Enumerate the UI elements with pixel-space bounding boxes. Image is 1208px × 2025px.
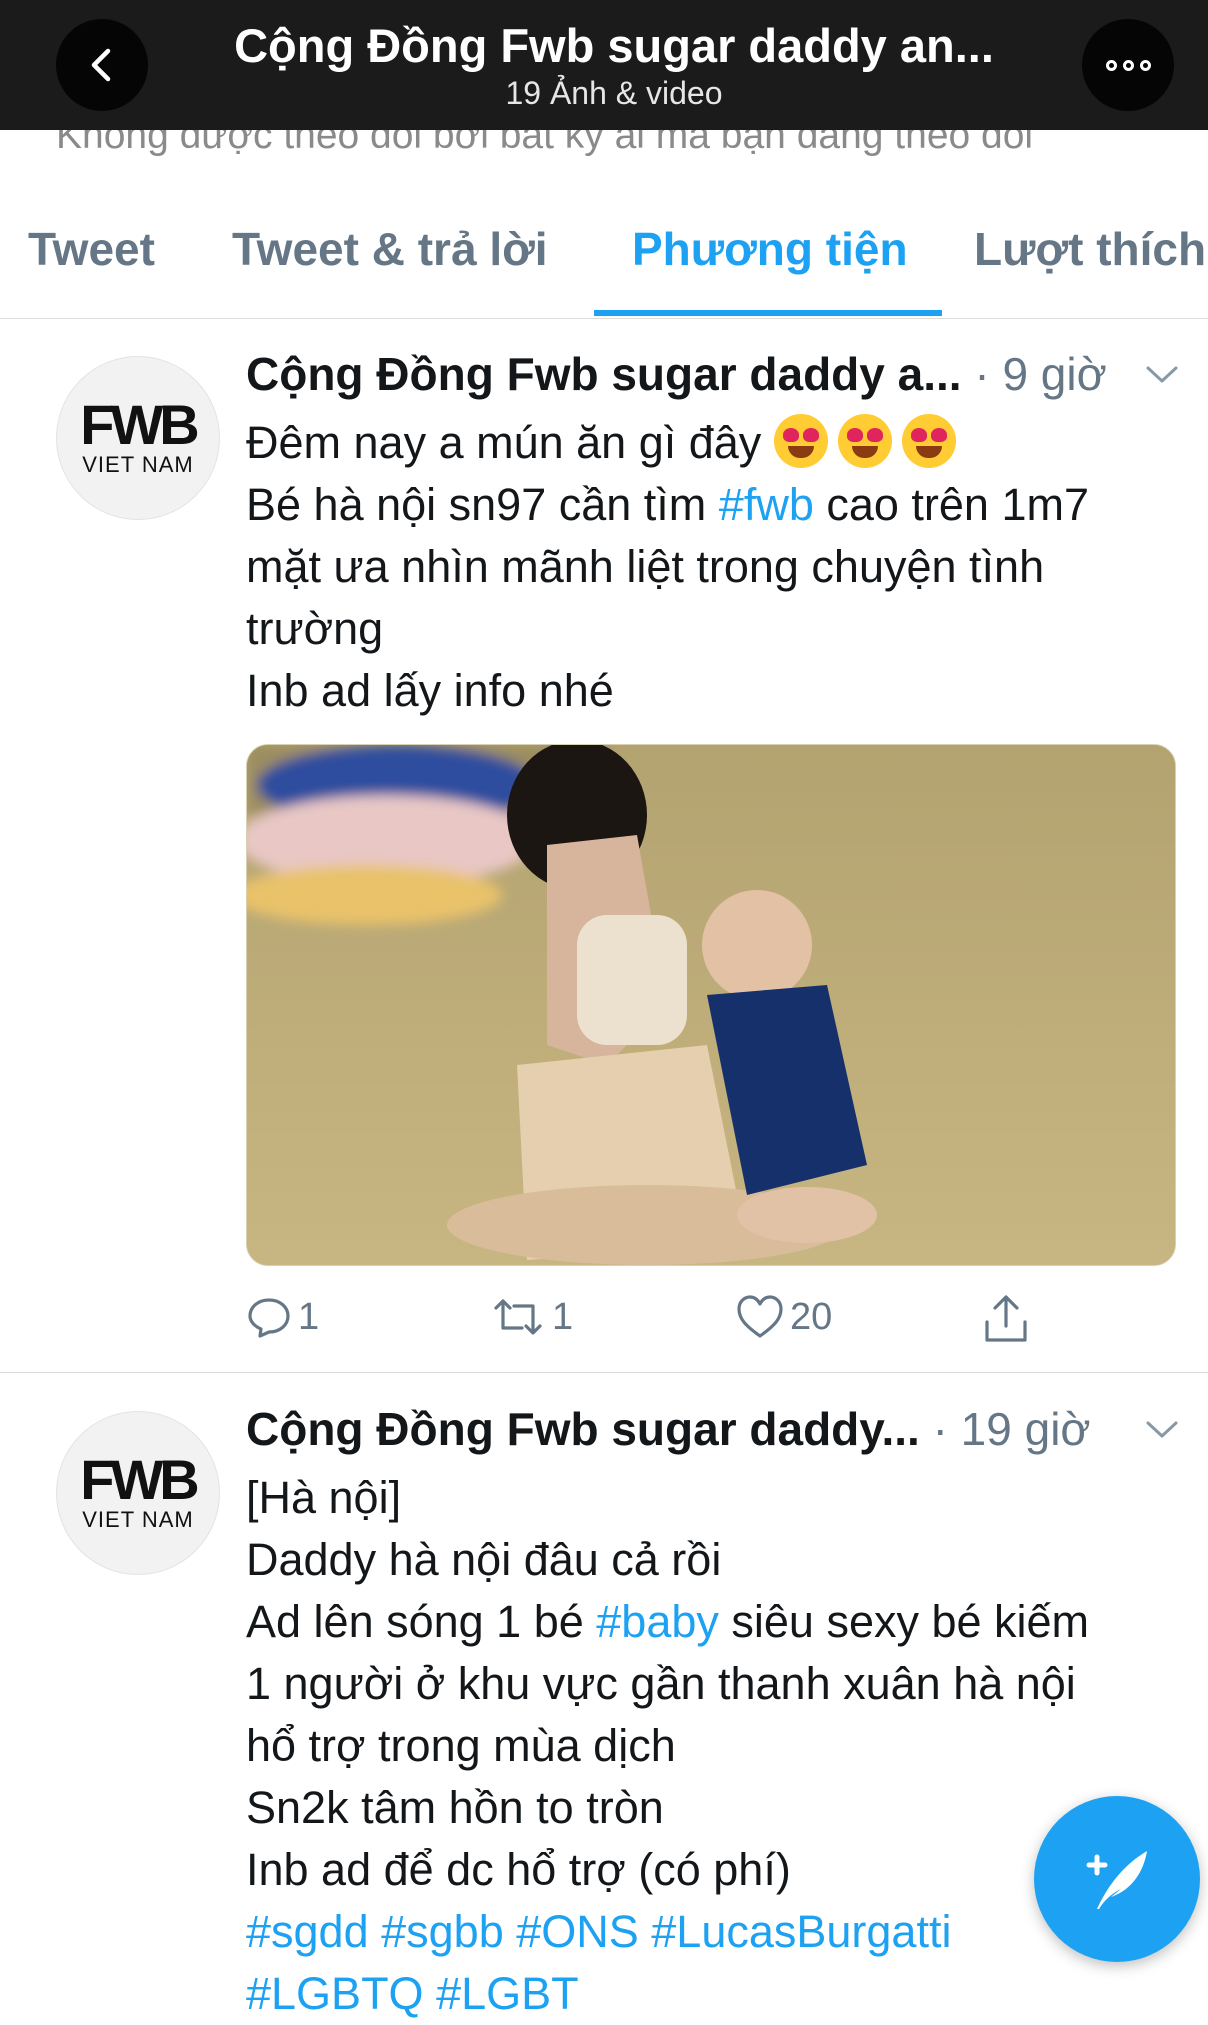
photo-illustration	[247, 745, 1175, 1265]
tweet-line: Inb ad lấy info nhé	[246, 665, 614, 716]
tweet-header: Cộng Đồng Fwb sugar daddy a... · 9 giờ	[246, 346, 1107, 402]
avatar-logo-text: FWB	[80, 393, 199, 456]
tab-tweets[interactable]: Tweet	[28, 222, 155, 276]
retweet-button[interactable]: 1	[490, 1294, 573, 1340]
page-title: Cộng Đồng Fwb sugar daddy an...	[234, 19, 994, 72]
retweet-count: 1	[552, 1295, 574, 1338]
compose-tweet-button[interactable]	[1034, 1796, 1200, 1962]
compose-tweet-icon	[1086, 1851, 1147, 1909]
hashtag-links[interactable]: #sgdd #sgbb #ONS #LucasBurgatti	[246, 1901, 1176, 1963]
heart-eyes-emoji-icon	[773, 414, 828, 468]
more-button[interactable]	[1082, 19, 1174, 111]
navigation-bar: Cộng Đồng Fwb sugar daddy an... 19 Ảnh &…	[0, 0, 1208, 130]
tab-tweets-replies[interactable]: Tweet & trả lời	[232, 222, 548, 276]
avatar[interactable]: FWB VIET NAM	[56, 1411, 220, 1575]
tweet[interactable]: FWB VIET NAM Cộng Đồng Fwb sugar daddy..…	[0, 1373, 1208, 2019]
more-icon	[1105, 59, 1151, 71]
media-count: 19 Ảnh & video	[505, 75, 723, 111]
chevron-down-icon[interactable]	[1145, 1419, 1179, 1441]
tweet-line: Daddy hà nội đâu cả rồi	[246, 1534, 722, 1585]
reply-count: 1	[298, 1295, 320, 1338]
avatar-sub-text: VIET NAM	[82, 452, 194, 477]
tweet-time: · 9 giờ	[974, 348, 1107, 400]
avatar-logo-text: FWB	[80, 1448, 199, 1511]
share-button[interactable]	[982, 1294, 1030, 1344]
avatar-sub-text: VIET NAM	[82, 1507, 194, 1532]
reply-icon	[248, 1298, 290, 1338]
like-button[interactable]: 20	[736, 1294, 832, 1340]
tweet-line: 1 người ở khu vực gần thanh xuân hà nội	[246, 1658, 1076, 1709]
author-name[interactable]: Cộng Đồng Fwb sugar daddy...	[246, 1401, 920, 1457]
avatar[interactable]: FWB VIET NAM	[56, 356, 220, 520]
tab-media[interactable]: Phương tiện	[632, 222, 908, 276]
author-name[interactable]: Cộng Đồng Fwb sugar daddy a...	[246, 346, 962, 402]
tweet-line: trường	[246, 603, 384, 654]
like-count: 20	[790, 1295, 833, 1338]
tweet-line: cao trên 1m7	[813, 479, 1090, 530]
back-chevron-icon	[91, 48, 111, 82]
heart-eyes-emoji-icon	[837, 414, 892, 468]
hashtag-links[interactable]: #LGBTQ #LGBT	[246, 1963, 1176, 2025]
tweet-line: hổ trợ trong mùa dịch	[246, 1720, 676, 1771]
tweet-actions: 1 1 20	[246, 1294, 1046, 1354]
tweet[interactable]: FWB VIET NAM Cộng Đồng Fwb sugar daddy a…	[0, 320, 1208, 1372]
chevron-down-icon[interactable]	[1145, 364, 1179, 386]
share-icon	[985, 1295, 1027, 1342]
tweet-text: [Hà nội] Daddy hà nội đâu cả rồi Ad lên …	[246, 1467, 1176, 2025]
tweet-line: siêu sexy bé kiếm	[718, 1596, 1090, 1647]
tweet-time: · 19 giờ	[932, 1403, 1091, 1455]
tweet-line: mặt ưa nhìn mãnh liệt trong chuyện tình	[246, 541, 1045, 592]
tweet-photo[interactable]	[246, 744, 1176, 1266]
tweet-line: Sn2k tâm hồn to tròn	[246, 1782, 664, 1833]
hashtag-link[interactable]: #fwb	[719, 479, 814, 530]
like-icon	[737, 1295, 783, 1338]
heart-eyes-emoji-icon	[901, 414, 956, 468]
reply-button[interactable]: 1	[246, 1294, 319, 1340]
tweet-line: Đêm nay a mún ăn gì đây	[246, 417, 762, 468]
hashtag-link[interactable]: #baby	[596, 1596, 719, 1647]
tweet-line: [Hà nội]	[246, 1472, 402, 1523]
tweet-line: Ad lên sóng 1 bé	[246, 1596, 597, 1647]
tab-likes[interactable]: Lượt thích	[974, 222, 1206, 276]
retweet-icon	[494, 1299, 542, 1335]
active-tab-indicator	[594, 310, 942, 316]
tweet-line: Bé hà nội sn97 cần tìm	[246, 479, 719, 530]
back-button[interactable]	[56, 19, 148, 111]
profile-tabs: Tweet Tweet & trả lời Phương tiện Lượt t…	[0, 190, 1208, 319]
tweet-header: Cộng Đồng Fwb sugar daddy... · 19 giờ	[246, 1401, 1091, 1457]
tweet-text: Đêm nay a mún ăn gì đây Bé hà nội sn97 c…	[246, 412, 1176, 722]
